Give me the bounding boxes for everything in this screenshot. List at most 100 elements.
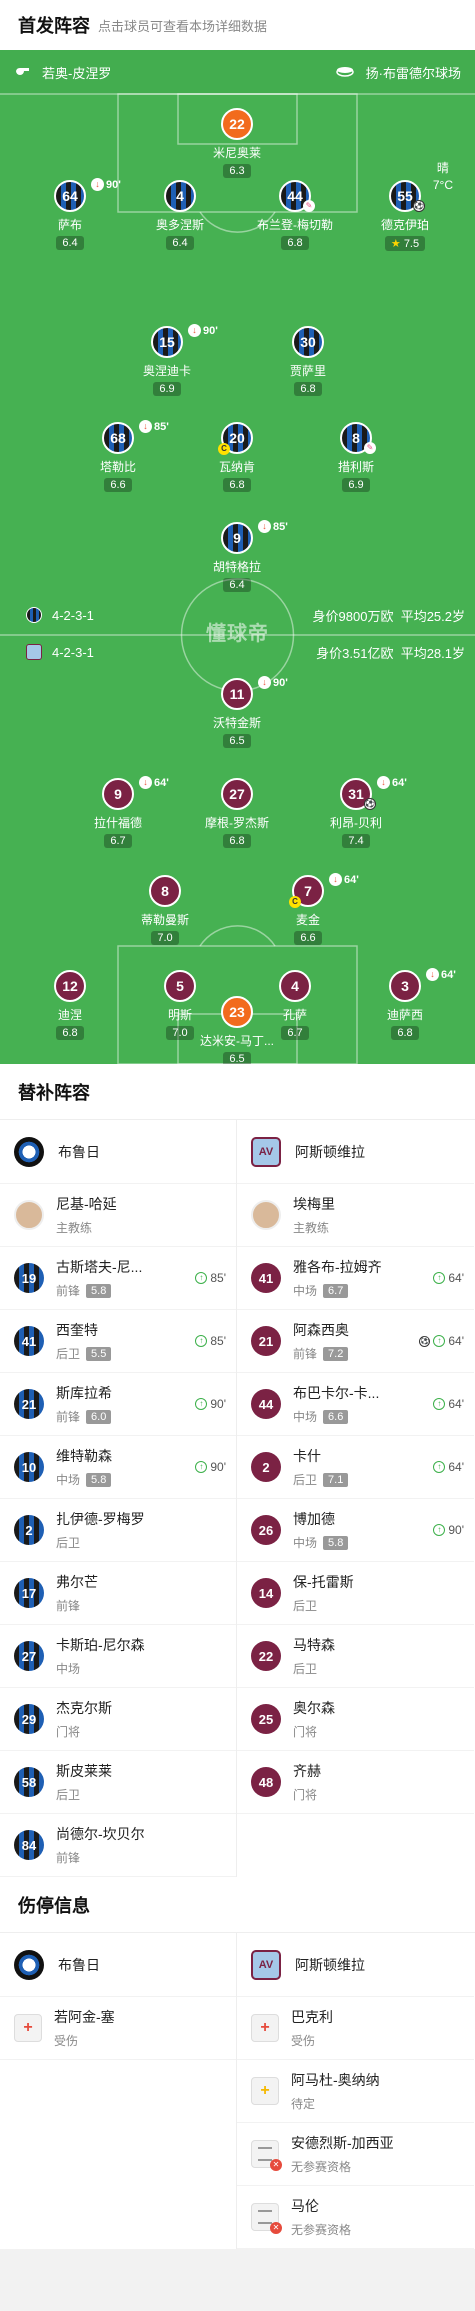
substitution-tag: ↓ 85' [258,520,288,533]
player-away-gk[interactable]: 23 达米安-马丁... 6.5 [177,996,297,1064]
player-away-am[interactable]: 27 摩根-罗杰斯 6.8 [177,778,297,849]
player-home-rb[interactable]: 55 ⚽ 德克伊珀 ★ 7.5 [345,180,465,252]
sub-player-row[interactable]: 26 博加德 中场 5.8 ↑ 90' [237,1499,474,1562]
sub-player-row[interactable]: 44 布巴卡尔-卡... 中场 6.6 ↑ 64' [237,1373,474,1436]
player-number-badge: 58 [14,1767,44,1797]
sub-player-row[interactable]: 41 西奎特 后卫 5.5 ↑ 85' [0,1310,236,1373]
player-name: 弗尔芒 [56,1574,98,1590]
sub-player-row[interactable]: 84 尚德尔-坎贝尔 前锋 [0,1814,236,1877]
player-home-dm2[interactable]: 30 贾萨里 6.8 [248,326,368,397]
injury-row[interactable]: + 阿马杜-奥纳纳 待定 [237,2060,474,2123]
injury-row[interactable]: ✕ 安德烈斯-加西亚 无参赛资格 [237,2123,474,2186]
player-avatar: 27 [221,778,253,810]
player-name: 马伦 [291,2198,319,2214]
player-away-dm2[interactable]: 7 ↓ 64' C 麦金 6.6 [248,873,368,946]
sub-player-row[interactable]: 21 阿森西奥 前锋 7.2 ⚽ ↑ 64' [237,1310,474,1373]
player-away-st[interactable]: 11 ↓ 90' 沃特金斯 6.5 [177,676,297,749]
player-name: 杰克尔斯 [56,1700,112,1716]
sub-player-row[interactable]: 27 卡斯珀-尼尔森 中场 [0,1625,236,1688]
player-home-lw[interactable]: 68 ↓ 85' 塔勒比 6.6 [58,420,178,493]
player-rating: 6.7 [323,1283,349,1298]
player-name: 雅各布-拉姆齐 [293,1259,382,1275]
sub-out-icon: ↓ [377,776,390,789]
player-position: 门将 [293,1725,318,1739]
player-home-st[interactable]: 9 ↓ 85' 胡特格拉 6.4 [177,520,297,593]
sub-player-row[interactable]: 25 奥尔森 门将 [237,1688,474,1751]
away-team-header[interactable]: AV 阿斯顿维拉 [237,1933,474,1997]
player-away-rb[interactable]: 3 ↓ 64' 迪萨西 6.8 [345,968,465,1041]
formation-label: 4-2-3-1 [52,607,94,623]
player-name: 奥涅迪卡 [142,364,191,378]
player-home-gk[interactable]: 22 米尼奥莱 6.3 [177,108,297,179]
captain-icon: C [218,443,230,455]
injury-row[interactable]: ✕ 马伦 无参赛资格 [237,2186,474,2249]
sub-player-row[interactable]: 58 斯皮莱莱 后卫 [0,1751,236,1814]
coach-role: 主教练 [293,1221,330,1235]
player-home-cb1[interactable]: 4 奥多涅斯 6.4 [120,180,240,251]
player-rating: 6.5 [223,1052,251,1064]
player-position: 中场 [293,1410,318,1424]
player-name: 米尼奥莱 [212,146,261,160]
player-rating: 5.8 [86,1283,112,1298]
sub-player-row[interactable]: 48 齐赫 门将 [237,1751,474,1814]
player-number-badge: 48 [251,1767,281,1797]
player-rating: 6.8 [223,834,251,848]
player-home-dm1[interactable]: 15 ↓ 90' 奥涅迪卡 6.9 [107,324,227,397]
player-position: 后卫 [293,1473,318,1487]
sub-player-row[interactable]: 19 古斯塔夫-尼... 前锋 5.8 ↑ 85' [0,1247,236,1310]
home-team-header[interactable]: 布鲁日 [0,1120,236,1184]
player-avatar: 15 ↓ 90' [151,324,218,358]
sub-player-row[interactable]: 14 保-托雷斯 后卫 [237,1562,474,1625]
suspension-document-icon: ✕ [251,2203,282,2234]
player-away-lb[interactable]: 12 迪涅 6.8 [10,970,130,1041]
player-avatar: 8 [149,875,181,907]
injury-status: 受伤 [54,2034,79,2048]
goal-ball-icon: ⚽ [364,798,376,810]
player-name: 斯库拉希 [56,1385,112,1401]
player-name: 若阿金-塞 [54,2009,115,2025]
sub-player-row[interactable]: 41 雅各布-拉姆齐 中场 6.7 ↑ 64' [237,1247,474,1310]
player-number-badge: 21 [251,1326,281,1356]
coach-row[interactable]: 尼基-哈延 主教练 [0,1184,236,1247]
player-avatar: 44 ✎ [279,180,315,212]
player-away-rw[interactable]: 31 ↓ 64' ⚽ 利昂-贝利 7.4 [296,776,416,849]
player-home-lb[interactable]: 64 ↓ 90' 萨布 6.4 [10,178,130,251]
coach-role: 主教练 [56,1221,93,1235]
venue-label: 扬·布雷德尔球场 [365,65,461,81]
doubtful-medkit-icon: + [251,2077,279,2105]
player-home-rw[interactable]: 8 ✎ 措利斯 6.9 [296,422,416,493]
player-rating: 6.8 [281,236,309,250]
sub-player-row[interactable]: 29 杰克尔斯 门将 [0,1688,236,1751]
team-name: 布鲁日 [58,1956,100,1973]
home-subs-column: 布鲁日 尼基-哈延 主教练 19 古斯塔夫-尼... 前锋 5.8 ↑ 85' 41 西… [0,1120,237,1877]
substitution-tag: ↓ 64' [329,873,359,886]
sub-player-row[interactable]: 21 斯库拉希 前锋 6.0 ↑ 90' [0,1373,236,1436]
player-avatar: 11 ↓ 90' [221,676,288,710]
sub-player-row[interactable]: 2 扎伊德-罗梅罗 后卫 [0,1499,236,1562]
player-rating: 7.1 [323,1472,349,1487]
player-name: 布兰登-梅切勒 [257,218,333,232]
sub-out-icon: ↓ [139,420,152,433]
injury-row[interactable]: + 巴克利 受伤 [237,1997,474,2060]
sub-player-row[interactable]: 17 弗尔芒 前锋 [0,1562,236,1625]
sub-player-row[interactable]: 2 卡什 后卫 7.1 ↑ 64' [237,1436,474,1499]
player-away-lw[interactable]: 9 ↓ 64' 拉什福德 6.7 [58,776,178,849]
sub-player-row[interactable]: 10 维特勒森 中场 5.8 ↑ 90' [0,1436,236,1499]
player-home-am[interactable]: 20 C 瓦纳肯 6.8 [177,422,297,493]
coach-row[interactable]: 埃梅里 主教练 [237,1184,474,1247]
pitch: 若奥-皮涅罗 扬·布雷德尔球场 晴 7°C 懂球帝 22 米尼奥莱 6.3 64… [0,50,475,1064]
player-number-badge: 27 [14,1641,44,1671]
away-team-header[interactable]: AV 阿斯顿维拉 [237,1120,474,1184]
stadium-icon [335,65,354,80]
sub-in-time: ↑ 64' [433,1271,464,1285]
player-home-cb2[interactable]: 44 ✎ 布兰登-梅切勒 6.8 [235,180,355,251]
injury-row[interactable]: + 若阿金-塞 受伤 [0,1997,236,2060]
sub-player-row[interactable]: 22 马特森 后卫 [237,1625,474,1688]
star-icon: ★ [390,238,401,250]
player-name: 达米安-马丁... [200,1034,274,1048]
goal-ball-icon: ⚽ [413,200,425,212]
player-number-badge: 25 [251,1704,281,1734]
home-team-header[interactable]: 布鲁日 [0,1933,236,1997]
player-away-dm1[interactable]: 8 蒂勒曼斯 7.0 [105,875,225,946]
player-position: 前锋 [56,1410,81,1424]
